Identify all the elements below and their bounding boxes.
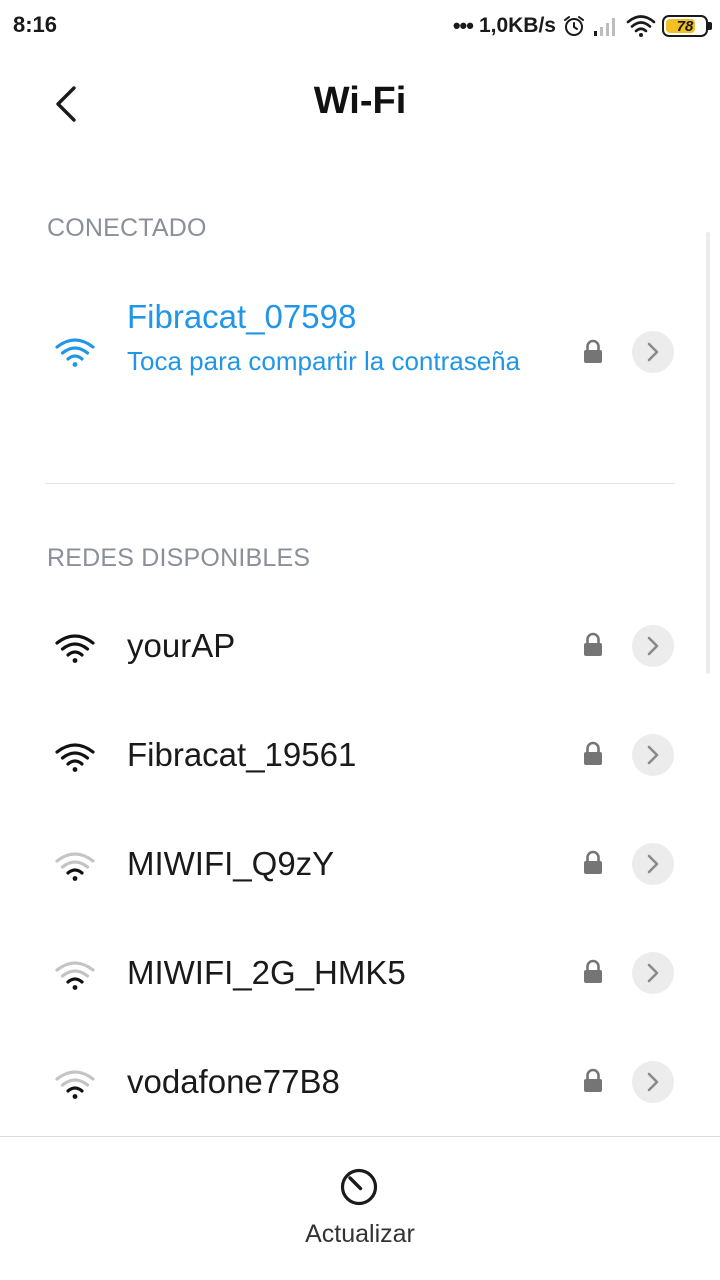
network-row[interactable]: MIWIFI_2G_HMK5 — [0, 919, 700, 1028]
wifi-signal-icon — [55, 961, 95, 990]
wifi-signal-icon — [55, 634, 95, 663]
battery-cap — [708, 22, 712, 30]
chevron-right-icon — [647, 745, 659, 765]
status-icons: ••• 1,0KB/s 78 — [452, 10, 712, 42]
lock-icon — [584, 1068, 602, 1092]
wifi-signal-icon — [55, 743, 95, 772]
wifi-status-icon — [626, 15, 656, 37]
refresh-button[interactable]: Actualizar — [260, 1150, 460, 1260]
connected-network-item[interactable]: Fibracat_07598 Toca para compartir la co… — [0, 280, 700, 430]
network-name: Fibracat_19561 — [127, 736, 357, 773]
wifi-signal-icon — [55, 338, 95, 367]
refresh-gauge-icon — [340, 1168, 378, 1206]
lock-icon — [584, 339, 602, 363]
battery-icon: 78 — [662, 15, 712, 37]
network-name: MIWIFI_Q9zY — [127, 845, 335, 882]
scrollbar[interactable] — [706, 232, 710, 674]
network-details-button[interactable] — [632, 952, 674, 994]
network-details-button[interactable] — [632, 1061, 674, 1103]
status-time: 8:16 — [13, 12, 58, 37]
network-row[interactable]: yourAP — [0, 592, 700, 701]
connected-network-name: Fibracat_07598 — [127, 298, 357, 335]
chevron-right-icon — [647, 636, 659, 656]
alarm-icon — [564, 16, 584, 36]
header: Wi-Fi — [0, 52, 720, 156]
wifi-signal-icon — [55, 852, 95, 881]
section-header-available: REDES DISPONIBLES — [47, 544, 311, 572]
chevron-right-icon — [647, 342, 659, 362]
network-row[interactable]: vodafone77B8 — [0, 1028, 700, 1137]
bottom-divider — [0, 1136, 720, 1137]
battery-level: 78 — [676, 17, 694, 35]
share-password-hint: Toca para compartir la contraseña — [127, 346, 521, 376]
cell-signal-icon — [594, 18, 615, 36]
network-details-button[interactable] — [632, 331, 674, 373]
available-networks-list: yourAP Fibracat_19561 MIWIFI_Q9zY MIWIFI_2G… — [0, 592, 700, 1137]
network-speed: 1,0KB/s — [478, 14, 556, 37]
network-details-button[interactable] — [632, 625, 674, 667]
section-divider — [45, 483, 675, 484]
refresh-label: Actualizar — [305, 1220, 415, 1248]
network-details-button[interactable] — [632, 734, 674, 776]
network-details-button[interactable] — [632, 843, 674, 885]
lock-icon — [584, 959, 602, 983]
chevron-right-icon — [647, 854, 659, 874]
chevron-right-icon — [647, 1072, 659, 1092]
status-bar: 8:16 ••• 1,0KB/s 78 — [0, 0, 720, 52]
page-title: Wi-Fi — [313, 80, 407, 122]
network-name: yourAP — [127, 627, 236, 664]
network-name: MIWIFI_2G_HMK5 — [127, 954, 406, 991]
section-header-connected: CONECTADO — [47, 214, 207, 242]
notification-dots: ••• — [452, 13, 474, 38]
lock-icon — [584, 741, 602, 765]
lock-icon — [584, 850, 602, 874]
chevron-right-icon — [647, 963, 659, 983]
network-name: vodafone77B8 — [127, 1063, 340, 1100]
network-row[interactable]: Fibracat_19561 — [0, 701, 700, 810]
lock-icon — [584, 632, 602, 656]
wifi-signal-icon — [55, 1070, 95, 1099]
network-row[interactable]: MIWIFI_Q9zY — [0, 810, 700, 919]
